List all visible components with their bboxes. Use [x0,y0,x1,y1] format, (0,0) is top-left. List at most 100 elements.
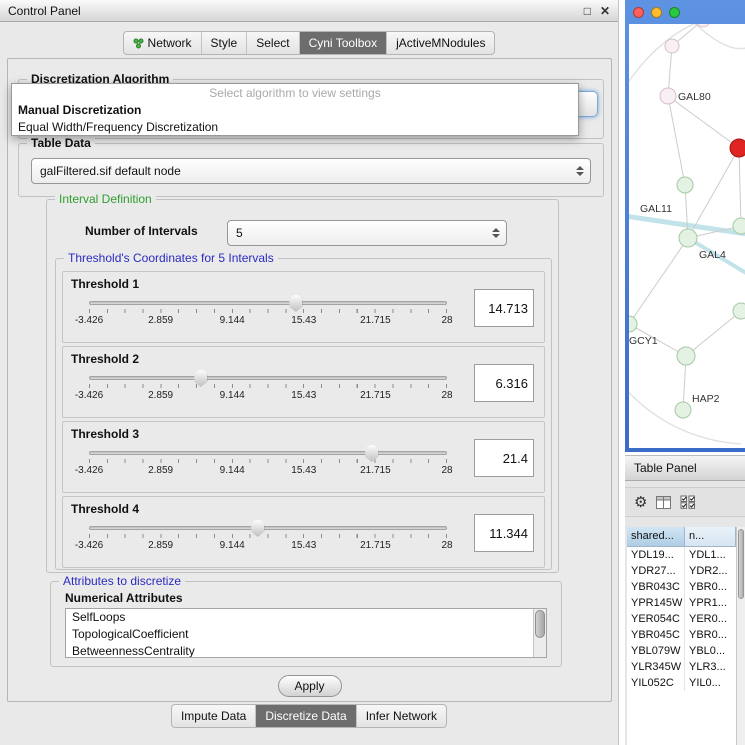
scrollbar-thumb[interactable] [738,529,744,599]
table-cell[interactable]: YIL0... [685,675,736,691]
table-row[interactable]: YBR043CYBR0... [627,579,736,595]
table-cell[interactable]: YBR0... [685,627,736,643]
table-cell[interactable]: YLR3... [685,659,736,675]
top-tab-bar: Network Style Select Cyni Toolbox jActiv… [0,31,618,55]
group-title: Table Data [27,136,95,150]
number-of-intervals-label: Number of Intervals [85,224,198,238]
tab-select[interactable]: Select [246,32,298,54]
scrollbar-thumb[interactable] [535,610,545,638]
network-node[interactable] [733,218,745,234]
threshold-2-value-field[interactable]: 6.316 [474,364,534,402]
table-cell[interactable]: YBR045C [627,627,685,643]
table-row[interactable]: YER054CYER0... [627,611,736,627]
scale-label: 2.859 [148,390,173,401]
table-cell[interactable]: YIL052C [627,675,685,691]
dropdown-placeholder-item[interactable]: Select algorithm to view settings [12,85,578,102]
table-scrollbar[interactable] [736,527,745,745]
threshold-4-slider[interactable] [89,526,447,530]
mac-close-button[interactable] [633,7,644,18]
tab-discretize-data[interactable]: Discretize Data [255,705,355,727]
column-visibility-icon[interactable] [680,495,696,509]
dropdown-option-manual-discretization[interactable]: Manual Discretization [12,102,578,119]
scale-label: 15.43 [291,540,316,551]
table-cell[interactable]: YDL19... [627,547,685,563]
scale-label: 21.715 [360,540,391,551]
table-cell[interactable]: YDR27... [627,563,685,579]
column-header-shared-name[interactable]: shared... [627,527,685,547]
table-cell[interactable]: YPR1... [685,595,736,611]
apply-button[interactable]: Apply [278,675,342,697]
network-node[interactable] [660,88,676,104]
threshold-4-value-field[interactable]: 11.344 [474,514,534,552]
mac-minimize-button[interactable] [651,7,662,18]
table-cell[interactable]: YDL1... [685,547,736,563]
threshold-3-value-field[interactable]: 21.4 [474,439,534,477]
network-node[interactable] [629,316,637,332]
number-of-intervals-combobox[interactable]: 5 [227,220,507,246]
thresholds-group: Threshold's Coordinates for 5 Intervals … [55,258,552,570]
group-title: Threshold's Coordinates for 5 Intervals [64,251,278,265]
network-node[interactable] [679,229,697,247]
table-cell[interactable]: YER0... [685,611,736,627]
network-node[interactable] [675,402,691,418]
scale-label: 28 [441,465,452,476]
node-table: shared... n... YDL19...YDL1... YDR27...Y… [627,527,736,745]
network-tab-icon [133,38,144,49]
cyni-toolbox-panel: Discretization Algorithm Select algorith… [7,58,612,702]
table-cell[interactable]: YBL079W [627,643,685,659]
table-cell[interactable]: YBR043C [627,579,685,595]
control-panel-titlebar: Control Panel □ ✕ [0,0,618,22]
list-item[interactable]: SelfLoops [66,609,546,626]
table-cell[interactable]: YDR2... [685,563,736,579]
table-row[interactable]: YBR045CYBR0... [627,627,736,643]
table-row[interactable]: YDR27...YDR2... [627,563,736,579]
threshold-1-value-field[interactable]: 14.713 [474,289,534,327]
scale-label: 2.859 [148,465,173,476]
attributes-list[interactable]: SelfLoops TopologicalCoefficient Between… [65,608,547,658]
threshold-1-panel: Threshold 1 -3.4262.8599.14415.4321.7152… [62,271,545,343]
dropdown-option-equal-width[interactable]: Equal Width/Frequency Discretization [12,119,578,136]
tab-label: Impute Data [181,709,246,723]
threshold-2-slider[interactable] [89,376,447,380]
table-row[interactable]: YBL079WYBL0... [627,643,736,659]
table-row[interactable]: YPR145WYPR1... [627,595,736,611]
tab-style[interactable]: Style [201,32,247,54]
table-row[interactable]: YLR345WYLR3... [627,659,736,675]
tab-network[interactable]: Network [124,32,201,54]
table-cell[interactable]: YPR145W [627,595,685,611]
column-header-name[interactable]: n... [685,527,736,547]
show-columns-icon[interactable] [656,496,671,509]
attributes-scrollbar[interactable] [533,609,546,657]
threshold-3-slider[interactable] [89,451,447,455]
table-cell[interactable]: YER054C [627,611,685,627]
network-node[interactable] [665,39,679,53]
tab-impute-data[interactable]: Impute Data [172,705,255,727]
tab-label: Cyni Toolbox [309,36,377,50]
list-item[interactable]: TopologicalCoefficient [66,626,546,643]
table-panel-toolbar: ⚙ [625,487,745,517]
mac-zoom-button[interactable] [669,7,680,18]
gear-icon[interactable]: ⚙ [634,495,647,510]
table-row[interactable]: YDL19...YDL1... [627,547,736,563]
tab-infer-network[interactable]: Infer Network [356,705,446,727]
scale-label: 21.715 [360,390,391,401]
table-data-combobox[interactable]: galFiltered.sif default node [31,158,591,184]
network-node[interactable] [677,347,695,365]
network-node[interactable] [733,303,745,319]
list-item[interactable]: BetweennessCentrality [66,643,546,658]
float-window-icon[interactable]: □ [584,4,591,18]
network-node[interactable] [677,177,693,193]
table-cell[interactable]: YBL0... [685,643,736,659]
scale-label: 21.715 [360,465,391,476]
table-cell[interactable]: YLR345W [627,659,685,675]
network-node[interactable] [730,139,745,157]
scale-label: 28 [441,390,452,401]
tab-cyni-toolbox[interactable]: Cyni Toolbox [299,32,386,54]
threshold-1-slider[interactable] [89,301,447,305]
table-row[interactable]: YIL052CYIL0... [627,675,736,691]
network-canvas[interactable]: GAL80GAL11GAL4GCY1HAP2 [629,24,745,448]
network-node-label: HAP2 [692,393,720,405]
tab-jactivemnodules[interactable]: jActiveMNodules [386,32,494,54]
table-cell[interactable]: YBR0... [685,579,736,595]
close-icon[interactable]: ✕ [600,4,610,18]
